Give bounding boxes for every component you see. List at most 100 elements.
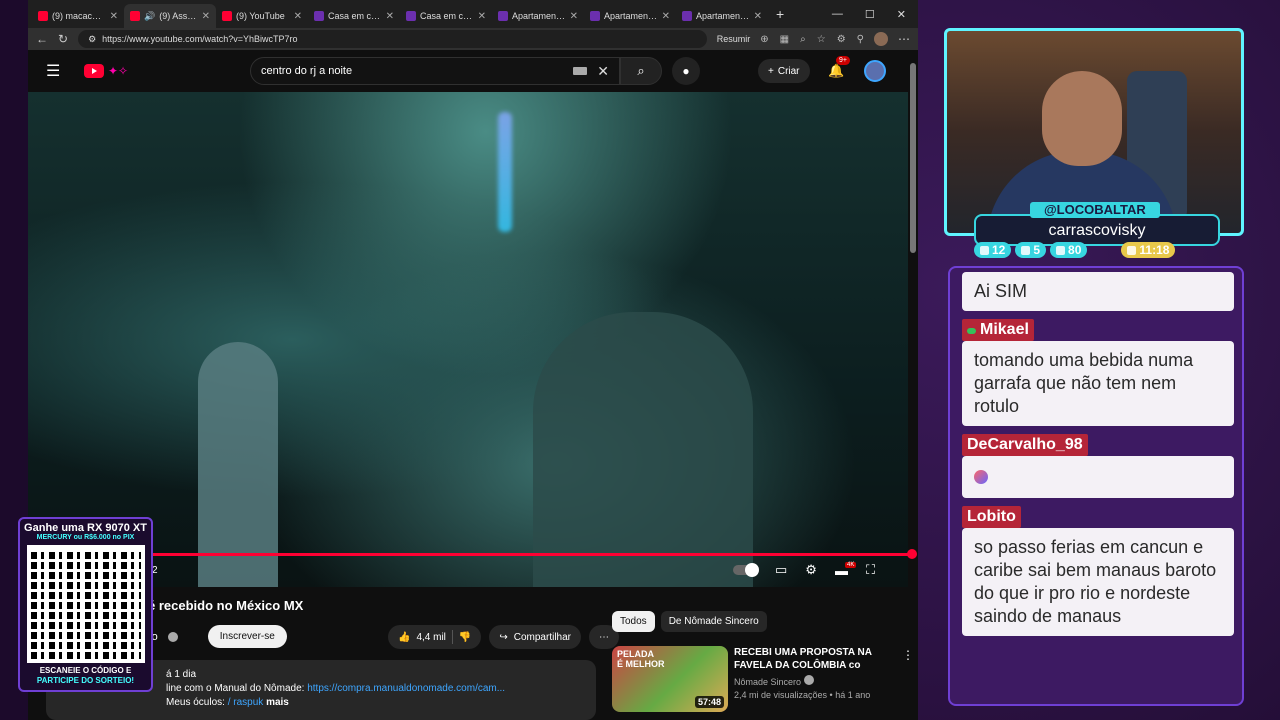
tab-7[interactable]: Apartamento à ✕ [676,4,768,28]
more-icon[interactable]: ⋯ [898,32,910,46]
chat-message: Ai SIM [962,272,1234,311]
recommended-title[interactable]: RECEBI UMA PROPOSTA NA FAVELA DA COLÔMBI… [734,646,892,672]
menu-icon[interactable]: ☰ [46,61,74,81]
account-avatar[interactable] [864,60,886,82]
video-player[interactable] [28,92,908,587]
tab-6[interactable]: Apartamento 4 ✕ [584,4,676,28]
close-icon[interactable]: ✕ [294,11,302,22]
streamer-head [1042,71,1122,166]
like-icon[interactable]: 👍 [398,632,410,643]
olx-icon [314,11,324,21]
video-duration: 57:48 [694,696,724,708]
zoom-icon[interactable]: ⌕ [800,34,806,45]
close-icon[interactable]: ✕ [110,11,118,22]
tab-label: Casa em condo [328,11,382,21]
subs-count-badge: 80 [1050,242,1088,258]
close-window-icon[interactable]: ✕ [897,8,906,21]
close-icon[interactable]: ✕ [478,11,486,22]
summarize-button[interactable]: Resumir [717,34,751,44]
search-input[interactable]: centro do rj a noite ✕ [250,57,620,85]
create-button[interactable]: + Criar [758,59,810,83]
olx-icon [682,11,692,21]
video-person-right [533,312,753,587]
page-scrollbar[interactable] [910,55,916,715]
description-text: line com o Manual do Nômade: [166,683,305,694]
new-tab-button[interactable]: + [776,6,784,22]
doodle-icon[interactable]: ✦✧ [108,64,128,78]
youtube-logo[interactable] [84,64,104,78]
recommended-meta: 2,4 mi de visualizações • há 1 ano [734,690,871,700]
microphone-icon: ● [682,64,690,78]
maximize-icon[interactable]: ☐ [865,8,875,21]
olx-icon [590,11,600,21]
streamer-name-card: carrascovisky @LOCOBALTAR 12 5 80 11:18 [974,202,1220,260]
tab-0[interactable]: (9) macaco aran ✕ [32,4,124,28]
fullscreen-icon[interactable]: ⛶ [866,562,875,578]
site-info-icon[interactable]: ⚙ [88,34,96,45]
profile-avatar[interactable] [874,32,888,46]
share-icon: ↪ [499,631,508,643]
close-icon[interactable]: ✕ [662,11,670,22]
tab-1[interactable]: 🔊 (9) Assim b ✕ [124,4,216,28]
youtube-count-badge: 5 [1015,242,1047,258]
notifications-bell-icon[interactable]: 🔔 [828,63,844,79]
reload-icon[interactable]: ↻ [58,32,68,46]
chip-channel[interactable]: De Nômade Sincero [660,611,767,632]
voice-search-button[interactable]: ● [672,57,700,85]
scrollbar-thumb[interactable] [910,63,916,253]
dislike-icon[interactable]: 👎 [459,632,471,643]
chip-todos[interactable]: Todos [612,611,655,632]
apps-icon[interactable]: ▦ [780,34,789,45]
window-controls: — ☐ ✕ [832,8,918,21]
tab-5[interactable]: Apartamento 4 ✕ [492,4,584,28]
close-icon[interactable]: ✕ [570,11,578,22]
share-button[interactable]: ↪ Compartilhar [489,625,581,649]
search-button[interactable]: ⌕ [620,57,662,85]
autoplay-toggle[interactable] [733,563,759,577]
tab-3[interactable]: Casa em condo ✕ [308,4,400,28]
tab-2[interactable]: (9) YouTube ✕ [216,4,308,28]
clear-icon[interactable]: ✕ [597,63,609,80]
recommended-info: RECEBI UMA PROPOSTA NA FAVELA DA COLÔMBI… [734,646,892,712]
close-icon[interactable]: ✕ [754,11,762,22]
video-person-left [198,342,278,587]
share-label: Compartilhar [513,631,571,643]
tab-label: (9) YouTube [236,11,285,21]
close-icon[interactable]: ✕ [202,11,210,22]
progress-bar[interactable] [153,553,913,556]
chat-icon [980,245,989,255]
recommended-channel[interactable]: Nômade Sincero [734,677,801,687]
toolbar-icons: ⊕ ▦ ⌕ ☆ ⚙ ⚲ [760,34,864,45]
like-count[interactable]: 4,4 mil [416,632,445,643]
keyboard-icon[interactable] [573,66,588,75]
video-title: é recebido no México MX [148,598,304,613]
speaker-icon[interactable]: 🔊 [144,11,155,22]
upload-date: á 1 dia [166,669,197,680]
url-field[interactable]: ⚙ https://www.youtube.com/watch?v=YhBiwc… [78,30,707,48]
description-chip[interactable]: / raspuk [228,697,264,708]
stream-stats: 12 5 80 11:18 [974,242,1176,258]
verified-icon [803,675,814,685]
youtube-icon [1021,245,1031,255]
recommended-video[interactable]: PELADA É MELHOR 57:48 RECEBI UMA PROPOST… [612,646,914,712]
show-more-button[interactable]: mais [266,697,289,708]
minimize-icon[interactable]: — [832,8,843,21]
collections-icon[interactable]: ⚲ [857,34,864,45]
settings-gear-icon[interactable]: ⚙ [805,562,817,578]
description-link[interactable]: https://compra.manualdonomade.com/cam... [307,683,505,694]
favorite-icon[interactable]: ☆ [817,34,826,45]
qr-code [26,545,145,663]
clock-icon [1127,245,1137,255]
youtube-icon [130,11,140,21]
youtube-icon [38,11,48,21]
quality-badge: 4K [845,562,857,568]
video-thumbnail[interactable]: PELADA É MELHOR 57:48 [612,646,728,712]
subtitles-icon[interactable]: ▭ [775,562,787,578]
extensions-icon[interactable]: ⚙ [837,34,846,45]
subscribe-button[interactable]: Inscrever-se [207,625,287,648]
tab-4[interactable]: Casa em condo ✕ [400,4,492,28]
close-icon[interactable]: ✕ [386,11,394,22]
translate-icon[interactable]: ⊕ [760,34,768,45]
recommended-channel-line: Nômade Sincero [734,675,892,689]
back-icon[interactable]: ← [36,32,48,46]
